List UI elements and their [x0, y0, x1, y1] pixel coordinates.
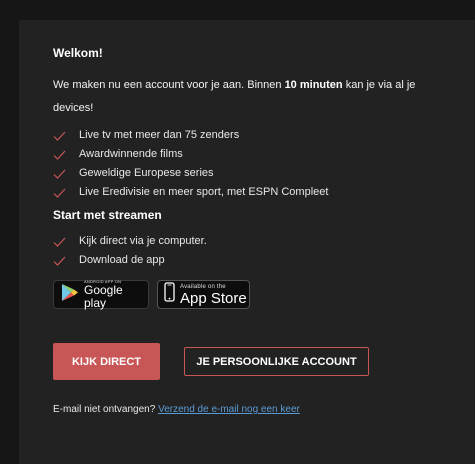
feature-label: Live tv met meer dan 75 zenders: [79, 129, 240, 141]
welcome-title: Welkom!: [53, 46, 103, 60]
app-store-badge[interactable]: Available on the App Store: [157, 280, 250, 309]
streaming-item: Download de app: [53, 251, 475, 270]
app-badges: ANDROID APP ON Google play Available on …: [53, 279, 475, 310]
feature-list: Live tv met meer dan 75 zenders Awardwin…: [53, 126, 475, 202]
streaming-title: Start met streamen: [53, 208, 162, 222]
intro-text-bold: 10 minuten: [284, 79, 343, 91]
resend-text: E-mail niet ontvangen?: [53, 404, 159, 415]
check-icon: [53, 145, 79, 164]
streaming-label: Download de app: [79, 254, 165, 266]
streaming-item: Kijk direct via je computer.: [53, 232, 475, 251]
iphone-icon: [164, 282, 175, 307]
feature-label: Awardwinnende films: [79, 148, 183, 160]
app-store-large-text: App Store: [180, 289, 247, 307]
check-icon: [53, 126, 79, 145]
watch-now-button[interactable]: KIJK DIRECT: [53, 343, 160, 380]
feature-label: Live Eredivisie en meer sport, met ESPN …: [79, 186, 329, 198]
resend-email-row: E-mail niet ontvangen? Verzend de e-mail…: [53, 404, 475, 415]
feature-item: Awardwinnende films: [53, 145, 475, 164]
feature-item: Geweldige Europese series: [53, 164, 475, 183]
google-play-badge[interactable]: ANDROID APP ON Google play: [53, 279, 149, 310]
check-icon: [53, 164, 79, 183]
feature-item: Live Eredivisie en meer sport, met ESPN …: [53, 183, 475, 202]
streaming-list: Kijk direct via je computer. Download de…: [53, 232, 475, 270]
feature-item: Live tv met meer dan 75 zenders: [53, 126, 475, 145]
welcome-card: Welkom! We maken nu een account voor je …: [19, 20, 475, 464]
check-icon: [53, 232, 79, 251]
resend-email-link[interactable]: Verzend de e-mail nog een keer: [158, 404, 300, 415]
check-icon: [53, 183, 79, 202]
google-play-icon: [61, 283, 79, 307]
intro-text: We maken nu een account voor je aan. Bin…: [53, 74, 445, 120]
google-play-large-text: Google play: [84, 283, 123, 310]
action-buttons: KIJK DIRECT JE PERSOONLIJKE ACCOUNT: [53, 343, 475, 380]
personal-account-button[interactable]: JE PERSOONLIJKE ACCOUNT: [184, 347, 369, 376]
intro-text-before: We maken nu een account voor je aan. Bin…: [53, 79, 285, 91]
feature-label: Geweldige Europese series: [79, 167, 214, 179]
check-icon: [53, 251, 79, 270]
streaming-label: Kijk direct via je computer.: [79, 235, 207, 247]
